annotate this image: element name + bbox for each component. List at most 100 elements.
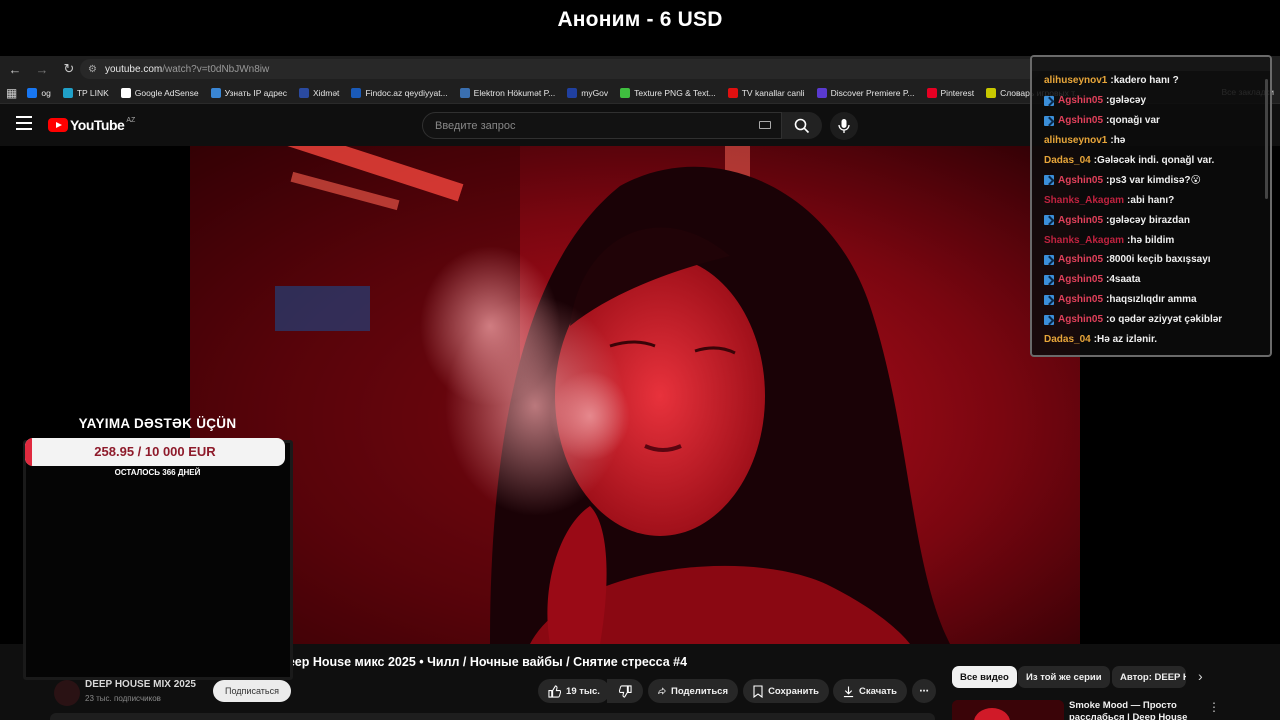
chat-text: o qədər əziyyət çəkiblər — [1109, 314, 1223, 326]
search-input[interactable] — [435, 119, 735, 132]
share-label: Поделиться — [670, 685, 728, 697]
subscribe-button[interactable]: Подписаться — [213, 680, 291, 702]
chat-message: Agshin05: gələcəy birazdan — [1044, 210, 1222, 230]
bookmark-icon — [753, 684, 763, 698]
bookmark-item[interactable]: Findoc.az qeydiyyat... — [351, 87, 448, 98]
google-icon — [120, 87, 131, 98]
download-label: Скачать — [859, 685, 897, 697]
voice-search-button[interactable] — [830, 112, 858, 140]
chat-message: Agshin05: 4saata — [1044, 270, 1222, 290]
chat-username: Agshin05 — [1058, 294, 1104, 306]
chat-username: Agshin05 — [1058, 174, 1104, 186]
findoc-icon — [351, 87, 362, 98]
chip-all-videos[interactable]: Все видео — [952, 666, 1017, 688]
platform-badge-icon — [1044, 215, 1054, 226]
chat-username: Agshin05 — [1058, 274, 1104, 286]
bookmark-item[interactable]: Узнать IP адрес — [210, 87, 287, 98]
dislike-button[interactable] — [607, 679, 643, 703]
url-path: /watch?v=t0dNbJWn8iw — [162, 63, 270, 75]
bookmark-item[interactable]: Elektron Hökumət P... — [459, 87, 555, 98]
tplink-icon — [62, 87, 73, 98]
youtube-play-icon — [48, 118, 68, 132]
gov-icon — [298, 87, 309, 98]
description-box[interactable] — [50, 713, 935, 720]
chat-header — [1032, 57, 1270, 71]
shield-icon — [986, 87, 997, 98]
chat-message: Dadas_04: Hə az izlənir. — [1044, 330, 1222, 350]
recommended-thumbnail[interactable] — [952, 700, 1064, 720]
channel-avatar[interactable] — [54, 680, 80, 706]
more-actions-button[interactable]: ⋯ — [912, 679, 936, 703]
facebook-icon — [27, 87, 38, 98]
chip-same-series[interactable]: Из той же серии — [1018, 666, 1110, 688]
platform-badge-icon — [1044, 175, 1054, 186]
chat-message: Agshin05: ps3 var kimdisə?😮 — [1044, 170, 1222, 190]
recommended-thumbnail-image — [952, 700, 1064, 720]
chat-username: Agshin05 — [1058, 115, 1104, 127]
bookmark-item[interactable]: TV kanallar canli — [727, 87, 805, 98]
platform-badge-icon — [1044, 254, 1054, 265]
keyboard-icon[interactable] — [759, 121, 771, 129]
chip-by-author[interactable]: Автор: DEEP HOUSE MIX 2025 — [1112, 666, 1186, 688]
platform-badge-icon — [1044, 115, 1054, 126]
like-button[interactable]: 19 тыс. — [538, 679, 610, 703]
site-info-icon[interactable]: ⚙ — [88, 64, 97, 75]
donation-progress-bar: 258.95 / 10 000 EUR — [25, 438, 285, 466]
chat-text: gələcəy birazdan — [1109, 214, 1190, 226]
channel-name[interactable]: DEEP HOUSE MIX 2025 — [85, 679, 196, 690]
youtube-logo[interactable]: YouTube AZ — [48, 117, 135, 133]
save-button[interactable]: Сохранить — [743, 679, 829, 703]
bookmark-item[interactable]: Pinterest — [926, 87, 974, 98]
address-bar[interactable]: ⚙ youtube.com/watch?v=t0dNbJWn8iw — [80, 59, 1040, 79]
chat-scrollbar[interactable] — [1264, 69, 1268, 349]
more-horizontal-icon: ⋯ — [919, 685, 929, 697]
bookmark-item[interactable]: Discover Premiere P... — [816, 87, 915, 98]
share-button[interactable]: Поделиться — [648, 679, 738, 703]
chat-message: Agshin05: 8000i keçib baxışsayı — [1044, 250, 1222, 270]
bookmark-item[interactable]: Texture PNG & Text... — [620, 87, 716, 98]
share-icon — [658, 687, 666, 695]
chips-next-icon[interactable]: › — [1198, 668, 1203, 684]
recommended-title[interactable]: Smoke Mood — Просто расслабься | Deep Ho… — [1069, 700, 1204, 720]
chat-text: 4saata — [1109, 274, 1141, 286]
country-code: AZ — [126, 116, 136, 124]
recommended-more-icon[interactable]: ⋮ — [1208, 700, 1220, 714]
microphone-icon — [838, 119, 850, 133]
platform-badge-icon — [1044, 274, 1054, 285]
thumbs-up-icon — [548, 684, 562, 698]
chat-message: alihuseynov1: kadero hanı ? — [1044, 71, 1222, 91]
video-player[interactable] — [190, 146, 1080, 644]
search-box — [422, 112, 782, 139]
egov-icon — [459, 87, 470, 98]
back-icon[interactable]: ← — [3, 57, 27, 81]
video-frame-image — [190, 146, 1080, 644]
chat-username: Agshin05 — [1058, 214, 1104, 226]
mygov-icon — [567, 87, 578, 98]
chat-message: Agshin05: gələcəy — [1044, 91, 1222, 111]
forward-icon[interactable]: → — [30, 57, 54, 81]
download-button[interactable]: Скачать — [833, 679, 907, 703]
ip-icon — [210, 87, 221, 98]
chat-text: qonağı var — [1109, 115, 1160, 127]
donation-goal-widget: YAYIMA DƏSTƏK ÜÇÜN 258.95 / 10 000 EUR О… — [20, 410, 295, 680]
chat-username: alihuseynov1 — [1044, 75, 1108, 87]
bookmark-item[interactable]: og — [27, 87, 51, 98]
bookmark-label: TV kanallar canli — [741, 87, 805, 98]
pinterest-icon — [926, 87, 937, 98]
menu-icon[interactable] — [16, 116, 32, 134]
tv-icon — [727, 87, 738, 98]
bookmark-item[interactable]: myGov — [567, 87, 608, 98]
bookmark-label: Findoc.az qeydiyyat... — [365, 87, 448, 98]
platform-badge-icon — [1044, 294, 1054, 305]
apps-grid-icon[interactable]: ▦ — [6, 86, 17, 100]
search-button[interactable] — [782, 112, 822, 139]
thumbs-down-icon — [618, 684, 632, 698]
bookmark-item[interactable]: TP LINK — [62, 87, 109, 98]
bookmark-item[interactable]: Xidmət — [298, 87, 339, 98]
chat-username: Agshin05 — [1058, 314, 1104, 326]
chat-text: ps3 var kimdisə?😮 — [1109, 174, 1201, 186]
bookmark-item[interactable]: Google AdSense — [120, 87, 199, 98]
reload-icon[interactable]: ↻ — [57, 57, 81, 81]
chat-username: Dadas_04 — [1044, 334, 1091, 346]
save-label: Сохранить — [768, 685, 819, 697]
